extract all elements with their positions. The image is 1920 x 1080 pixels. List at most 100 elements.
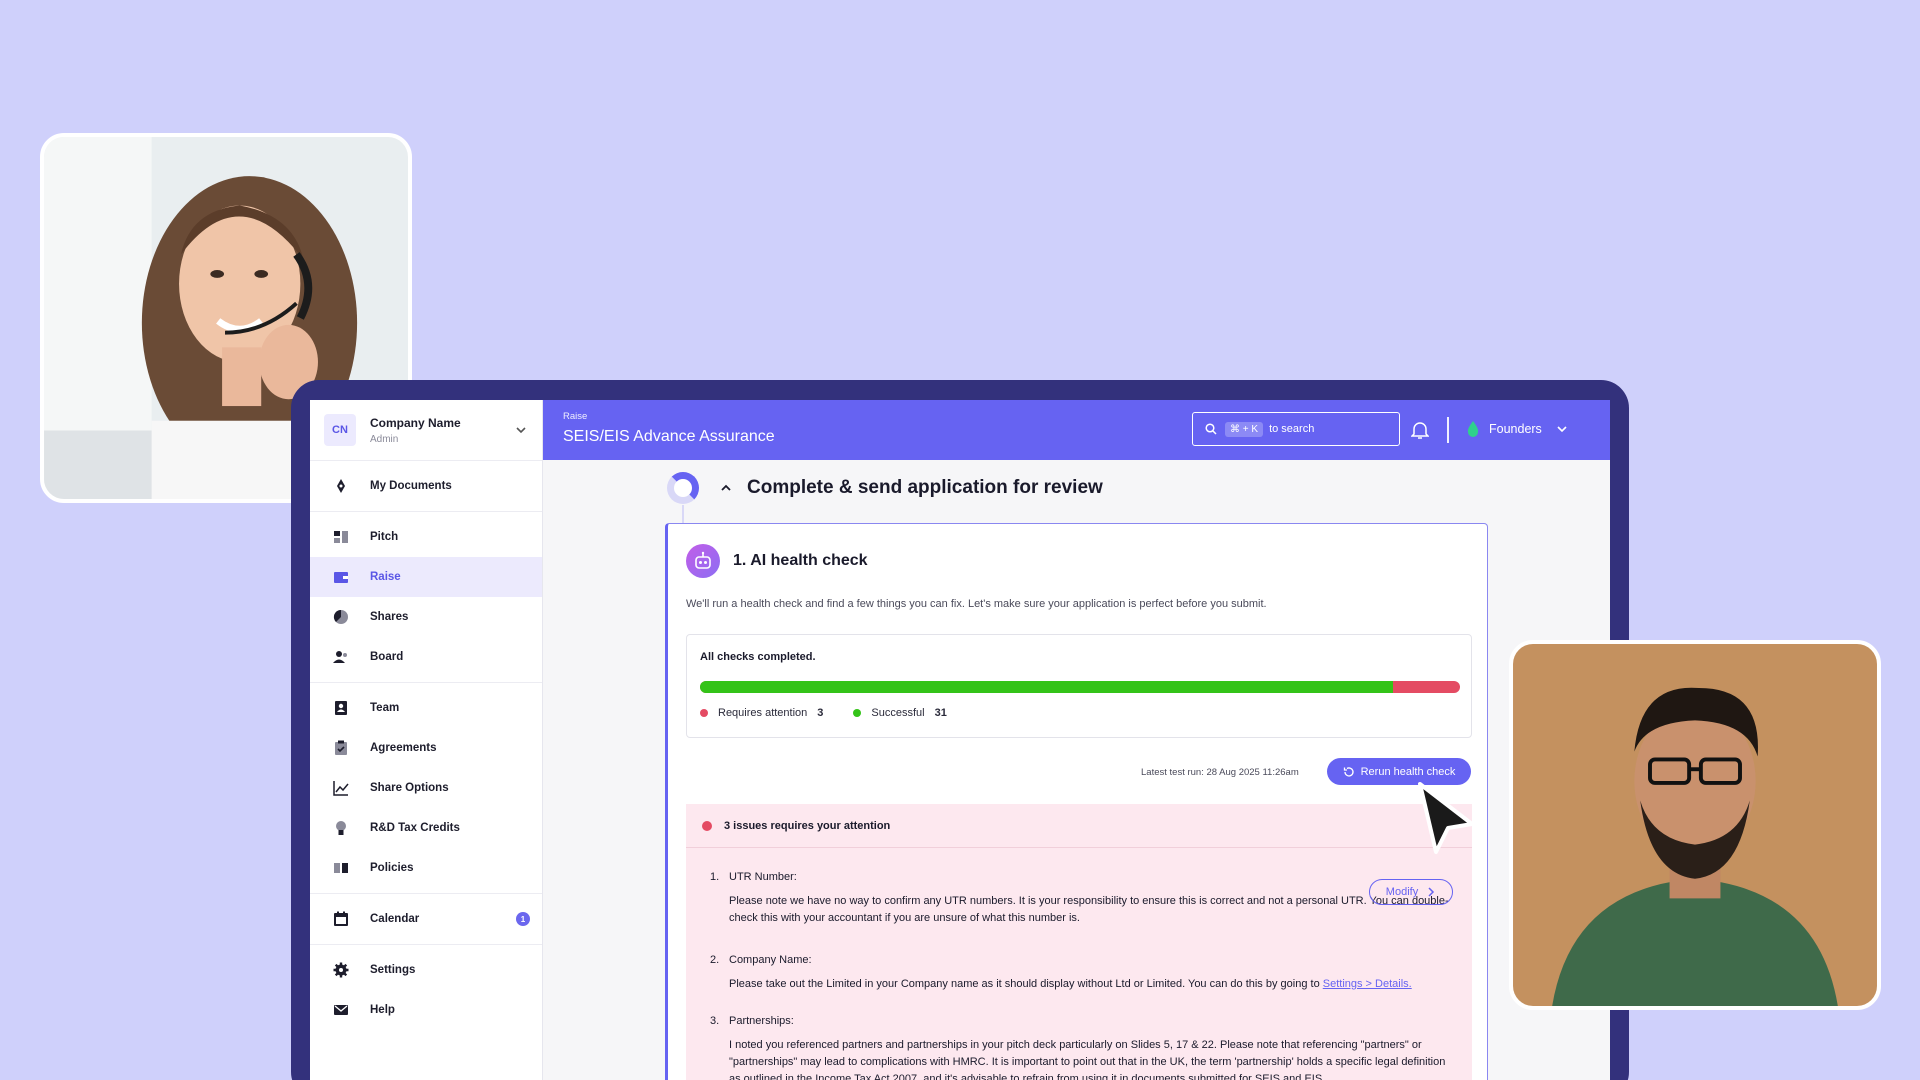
mouse-cursor-icon <box>1418 782 1474 854</box>
header-divider <box>1447 417 1449 443</box>
issues-alert-dot <box>702 820 712 831</box>
issue-body: I noted you referenced partners and part… <box>729 1039 1446 1080</box>
sidebar-item-share-options[interactable]: Share Options <box>310 768 542 808</box>
checks-status: All checks completed. <box>700 651 816 663</box>
chevron-down-icon <box>516 427 526 434</box>
sidebar-item-label: My Documents <box>370 480 452 492</box>
sidebar-item-label: Calendar <box>370 913 420 925</box>
workspace-label: Founders <box>1489 422 1542 436</box>
health-check-header: 1. AI health check <box>686 544 868 578</box>
search-icon <box>1205 423 1217 435</box>
company-name: Company Name <box>370 415 461 430</box>
section-title: Complete & send application for review <box>747 477 1103 498</box>
book-icon <box>334 863 348 873</box>
sidebar-item-label: R&D Tax Credits <box>370 822 460 834</box>
lightbulb-icon <box>336 821 346 835</box>
search-input[interactable]: ⌘ + K to search <box>1192 412 1400 446</box>
issue-body: Please take out the Limited in your Comp… <box>729 976 1449 993</box>
sidebar-item-shares[interactable]: Shares <box>310 597 542 637</box>
success-count: 31 <box>934 707 947 719</box>
calendar-count-badge: 1 <box>516 912 530 926</box>
company-role: Admin <box>370 433 399 445</box>
section-header[interactable]: Complete & send application for review <box>719 477 1103 499</box>
refresh-icon <box>1343 766 1354 777</box>
issues-panel: 3 issues requires your attention 1. UTR … <box>686 804 1472 1080</box>
sidebar-item-rd-tax-credits[interactable]: R&D Tax Credits <box>310 808 542 848</box>
checks-summary: All checks completed. Requires attention… <box>686 634 1472 738</box>
page-title: SEIS/EIS Advance Assurance <box>563 428 775 445</box>
app-window: CN Company Name Admin My Documents Pitch… <box>310 400 1610 1080</box>
sidebar-item-label: Raise <box>370 571 401 583</box>
nav-group-management: Team Agreements Share Options R&D Tax Cr… <box>310 683 542 894</box>
sidebar: CN Company Name Admin My Documents Pitch… <box>310 400 543 1080</box>
robot-icon <box>686 544 720 578</box>
health-check-description: We'll run a health check and find a few … <box>686 598 1267 610</box>
sidebar-item-calendar[interactable]: Calendar 1 <box>310 899 542 939</box>
sidebar-item-agreements[interactable]: Agreements <box>310 728 542 768</box>
step-progress-indicator <box>667 472 699 504</box>
issue-label: Company Name: <box>729 954 812 966</box>
sidebar-item-label: Shares <box>370 611 409 623</box>
sidebar-item-board[interactable]: Board <box>310 637 542 677</box>
sidebar-item-policies[interactable]: Policies <box>310 848 542 888</box>
sidebar-item-label: Agreements <box>370 742 437 754</box>
latest-test-run: Latest test run: 28 Aug 2025 11:26am <box>1141 767 1299 778</box>
company-avatar: CN <box>324 414 356 446</box>
main-content: Complete & send application for review 1… <box>543 460 1610 1080</box>
modify-label: Modify <box>1385 886 1419 898</box>
issue-body-text: Please take out the Limited in your Comp… <box>729 978 1323 990</box>
top-header: Raise SEIS/EIS Advance Assurance ⌘ + K t… <box>543 400 1610 460</box>
nav-group-company: Pitch Raise Shares Board <box>310 512 542 683</box>
sidebar-item-label: Share Options <box>370 782 449 794</box>
sidebar-item-my-documents[interactable]: My Documents <box>310 466 542 506</box>
success-dot <box>853 709 862 717</box>
attention-dot <box>700 709 708 717</box>
search-shortcut: ⌘ + K <box>1225 421 1264 437</box>
issue-number: 2. <box>710 954 720 966</box>
health-check-title: 1. AI health check <box>733 552 868 569</box>
sidebar-item-label: Team <box>370 702 400 714</box>
modify-button[interactable]: Modify <box>1369 879 1453 905</box>
workspace-switcher[interactable]: Founders <box>1467 421 1568 437</box>
progress-success-fill <box>700 681 1393 693</box>
sidebar-item-settings[interactable]: Settings <box>310 950 542 990</box>
id-card-icon <box>335 701 347 715</box>
sidebar-item-team[interactable]: Team <box>310 688 542 728</box>
issue-label: UTR Number: <box>729 871 797 883</box>
settings-details-link[interactable]: Settings > Details. <box>1323 978 1412 990</box>
nav-group-documents: My Documents <box>310 461 542 512</box>
chevron-down-icon <box>1557 426 1567 433</box>
bell-icon[interactable] <box>1411 420 1429 440</box>
gear-icon <box>333 962 349 978</box>
issue-label: Partnerships: <box>729 1015 794 1027</box>
line-chart-icon <box>333 781 349 796</box>
company-switcher[interactable]: CN Company Name Admin <box>310 400 542 461</box>
man-image <box>1513 644 1877 1006</box>
sidebar-item-label: Help <box>370 1004 395 1016</box>
pen-nib-icon <box>337 479 345 493</box>
pie-chart-icon <box>333 609 348 624</box>
sidebar-item-label: Settings <box>370 964 416 976</box>
search-placeholder: to search <box>1269 423 1315 435</box>
sidebar-item-label: Pitch <box>370 531 399 543</box>
issues-header-text: 3 issues requires your attention <box>724 819 891 832</box>
issue-number: 3. <box>710 1015 720 1027</box>
pitch-icon <box>334 531 348 543</box>
sidebar-item-pitch[interactable]: Pitch <box>310 517 542 557</box>
success-label: Successful <box>871 707 925 719</box>
chevron-right-icon <box>1428 887 1435 897</box>
issue-body: Please note we have no way to confirm an… <box>729 895 1449 924</box>
chevron-up-icon[interactable] <box>719 481 733 495</box>
issues-header: 3 issues requires your attention <box>686 804 1472 848</box>
nav-group-calendar: Calendar 1 <box>310 894 542 945</box>
sidebar-item-label: Policies <box>370 862 414 874</box>
droplet-icon <box>1467 421 1479 437</box>
rerun-label: Rerun health check <box>1360 765 1456 778</box>
wallet-icon <box>334 572 348 583</box>
nav-group-support: Settings Help <box>310 945 542 1035</box>
man-photo <box>1509 640 1881 1010</box>
breadcrumb[interactable]: Raise <box>563 411 587 422</box>
sidebar-item-help[interactable]: Help <box>310 990 542 1030</box>
issue-number: 1. <box>710 871 720 883</box>
sidebar-item-raise[interactable]: Raise <box>310 557 542 597</box>
